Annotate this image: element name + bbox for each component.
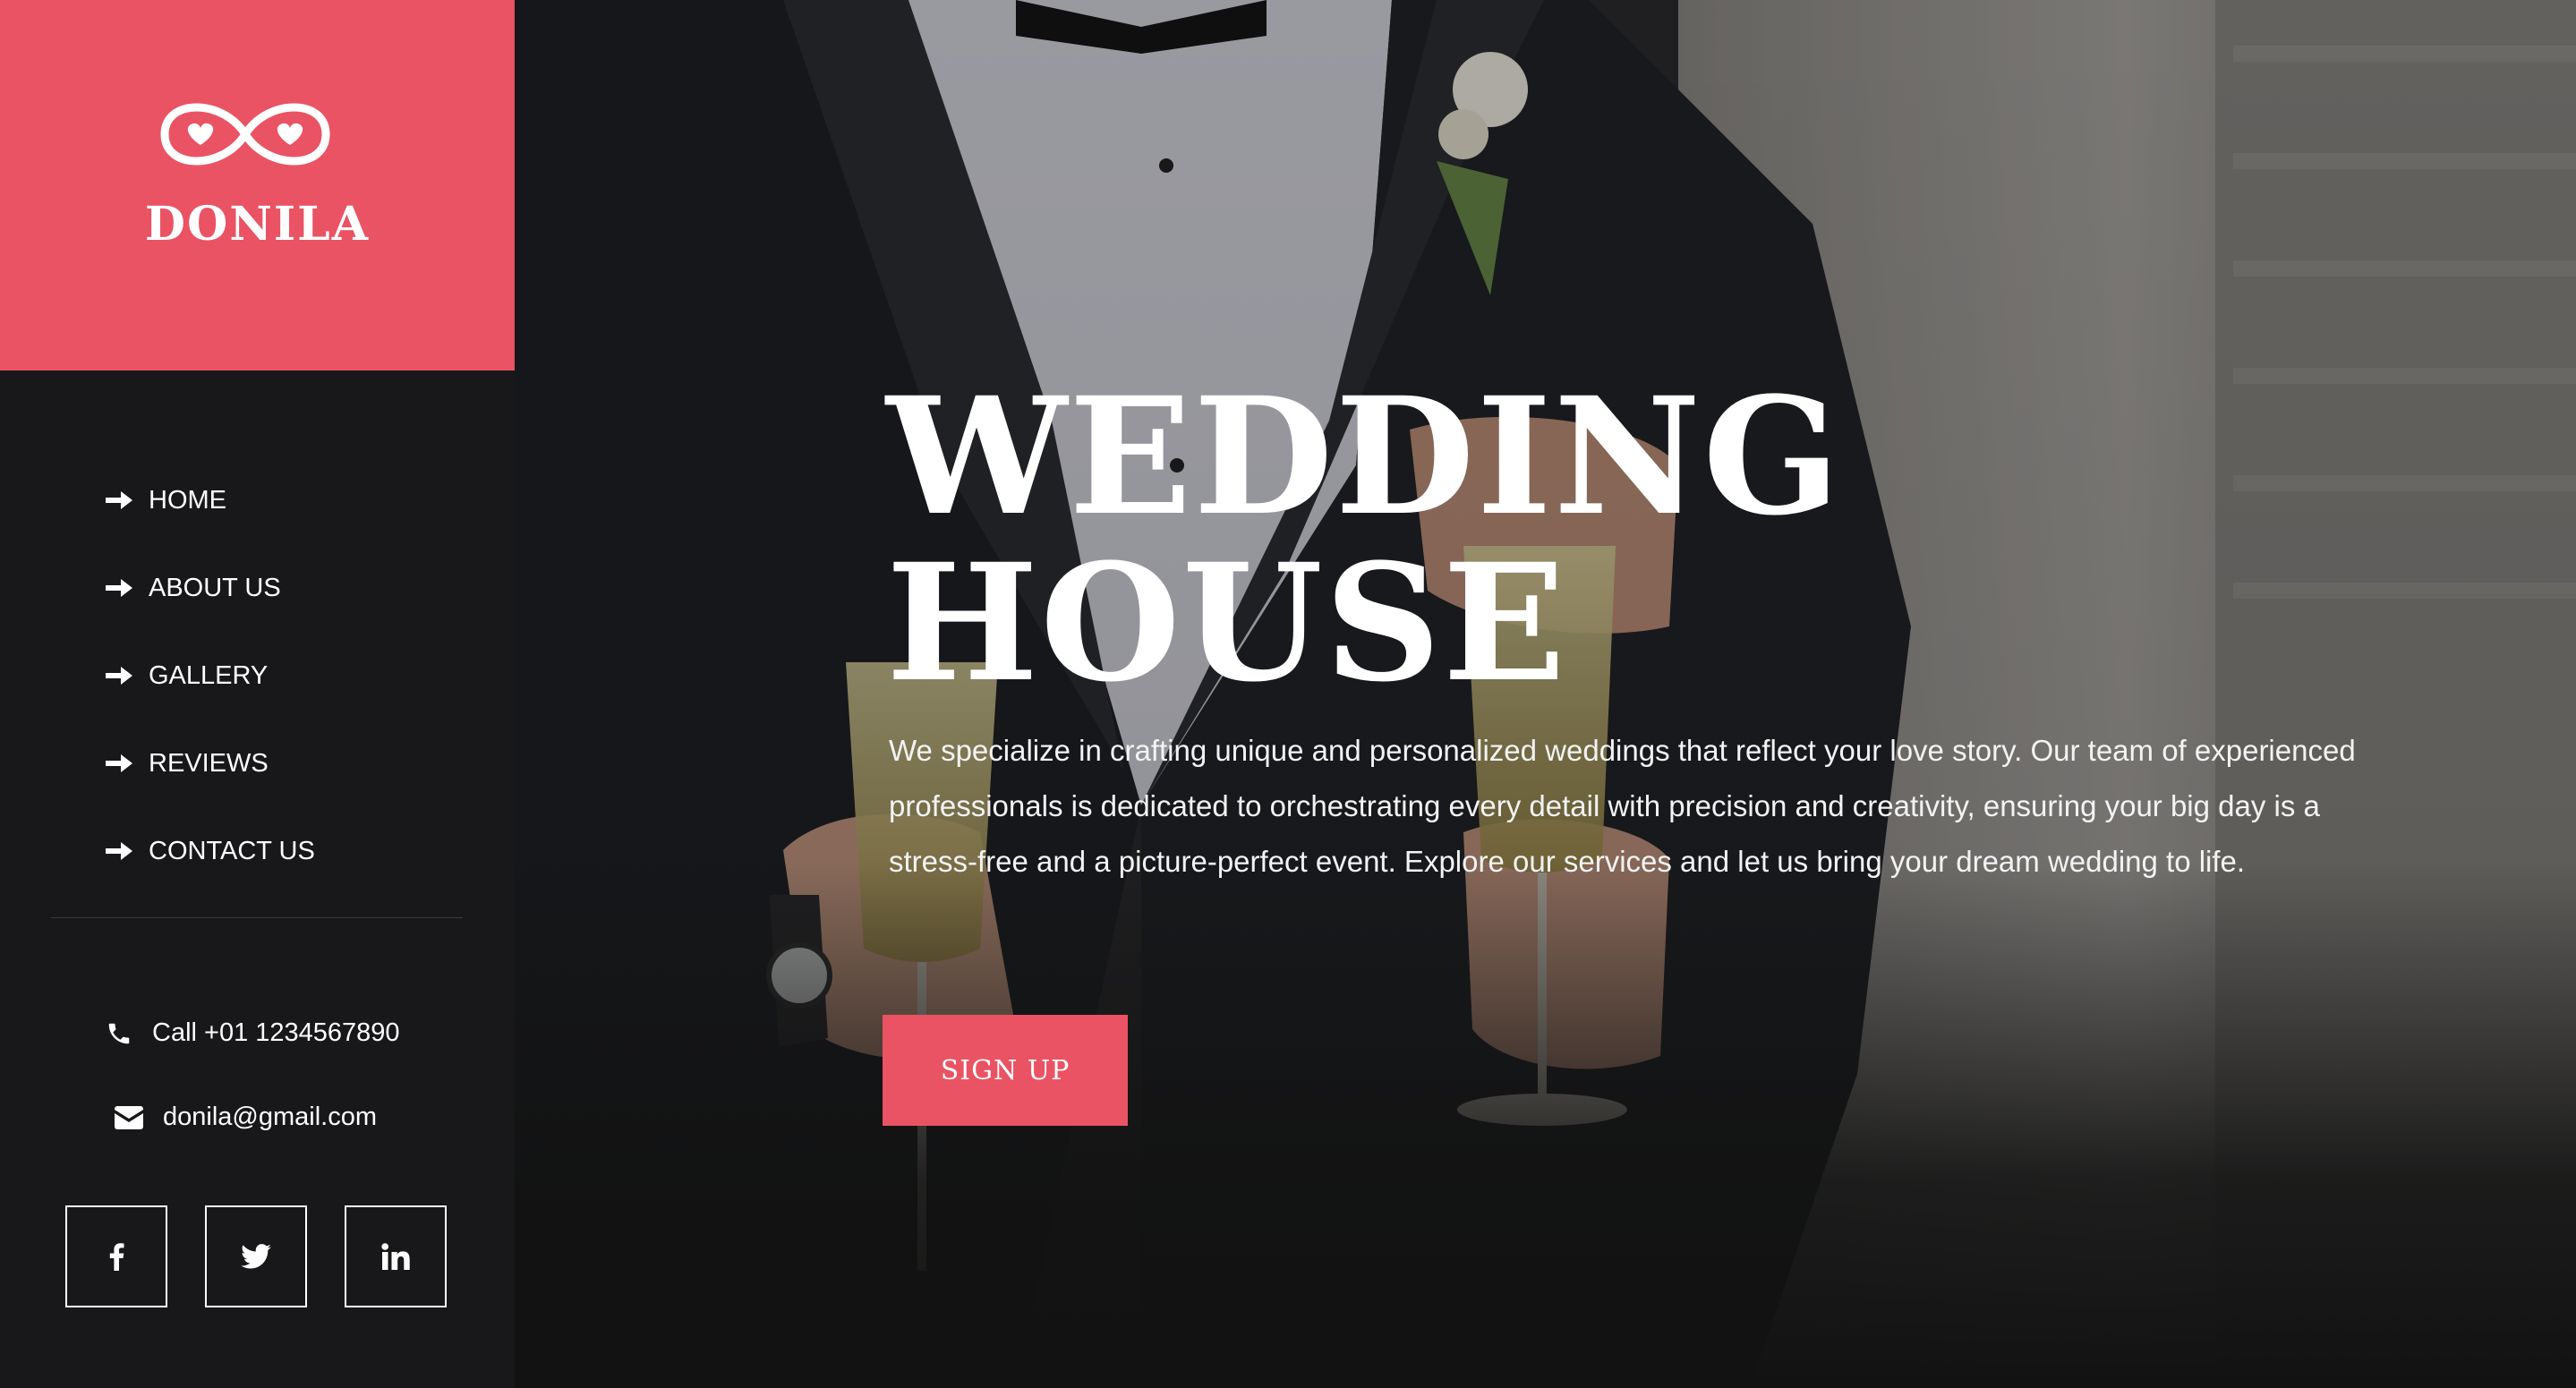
nav-item-gallery[interactable]: GALLERY [106,632,315,720]
phone-icon [108,1023,130,1043]
infinity-hearts-icon [160,103,330,166]
nav-item-reviews[interactable]: REVIEWS [106,720,315,807]
linkedin-icon [381,1243,410,1270]
linkedin-button[interactable] [345,1205,447,1307]
contact-phone[interactable]: Call +01 1234567890 [106,1018,400,1048]
hero-section: WEDDING HOUSE We specialize in crafting … [515,0,2576,1388]
nav-item-label: CONTACT US [149,836,315,865]
envelope-icon [115,1105,143,1129]
brand-block[interactable]: DONILA [0,0,515,370]
hero-title-line-1: WEDDING [886,362,1842,551]
nav-item-about-us[interactable]: ABOUT US [106,544,315,632]
phone-text: Call +01 1234567890 [152,1018,400,1047]
arrow-right-icon [106,842,132,860]
contact-email[interactable]: donila@gmail.com [115,1103,377,1132]
arrow-right-icon [106,667,132,685]
nav-item-label: ABOUT US [149,573,281,602]
sign-up-button[interactable]: SIGN UP [883,1015,1128,1126]
nav-item-contact-us[interactable]: CONTACT US [106,807,315,895]
sidebar-nav: HOME ABOUT US GALLERY REVIEWS CONTACT US [106,456,315,895]
email-text: donila@gmail.com [163,1103,377,1131]
nav-item-label: HOME [149,485,226,515]
facebook-button[interactable] [65,1205,167,1307]
sidebar-divider [51,917,463,918]
arrow-right-icon [106,579,132,597]
twitter-icon [241,1244,271,1269]
twitter-button[interactable] [205,1205,307,1307]
landing-page: DONILA HOME ABOUT US GALLERY REVIEWS CON… [0,0,2576,1388]
nav-item-label: REVIEWS [149,748,269,778]
social-links [65,1205,484,1307]
hero-title-line-2: HOUSE [886,529,1568,718]
hero-title: WEDDING HOUSE [886,374,1842,707]
arrow-right-icon [106,491,132,509]
facebook-icon [109,1243,124,1271]
nav-item-label: GALLERY [149,660,269,690]
sidebar: DONILA HOME ABOUT US GALLERY REVIEWS CON… [0,0,515,1388]
hero-description: We specialize in crafting unique and per… [889,734,2356,878]
arrow-right-icon [106,754,132,772]
brand-name: DONILA [144,197,371,251]
nav-item-home[interactable]: HOME [106,456,315,544]
